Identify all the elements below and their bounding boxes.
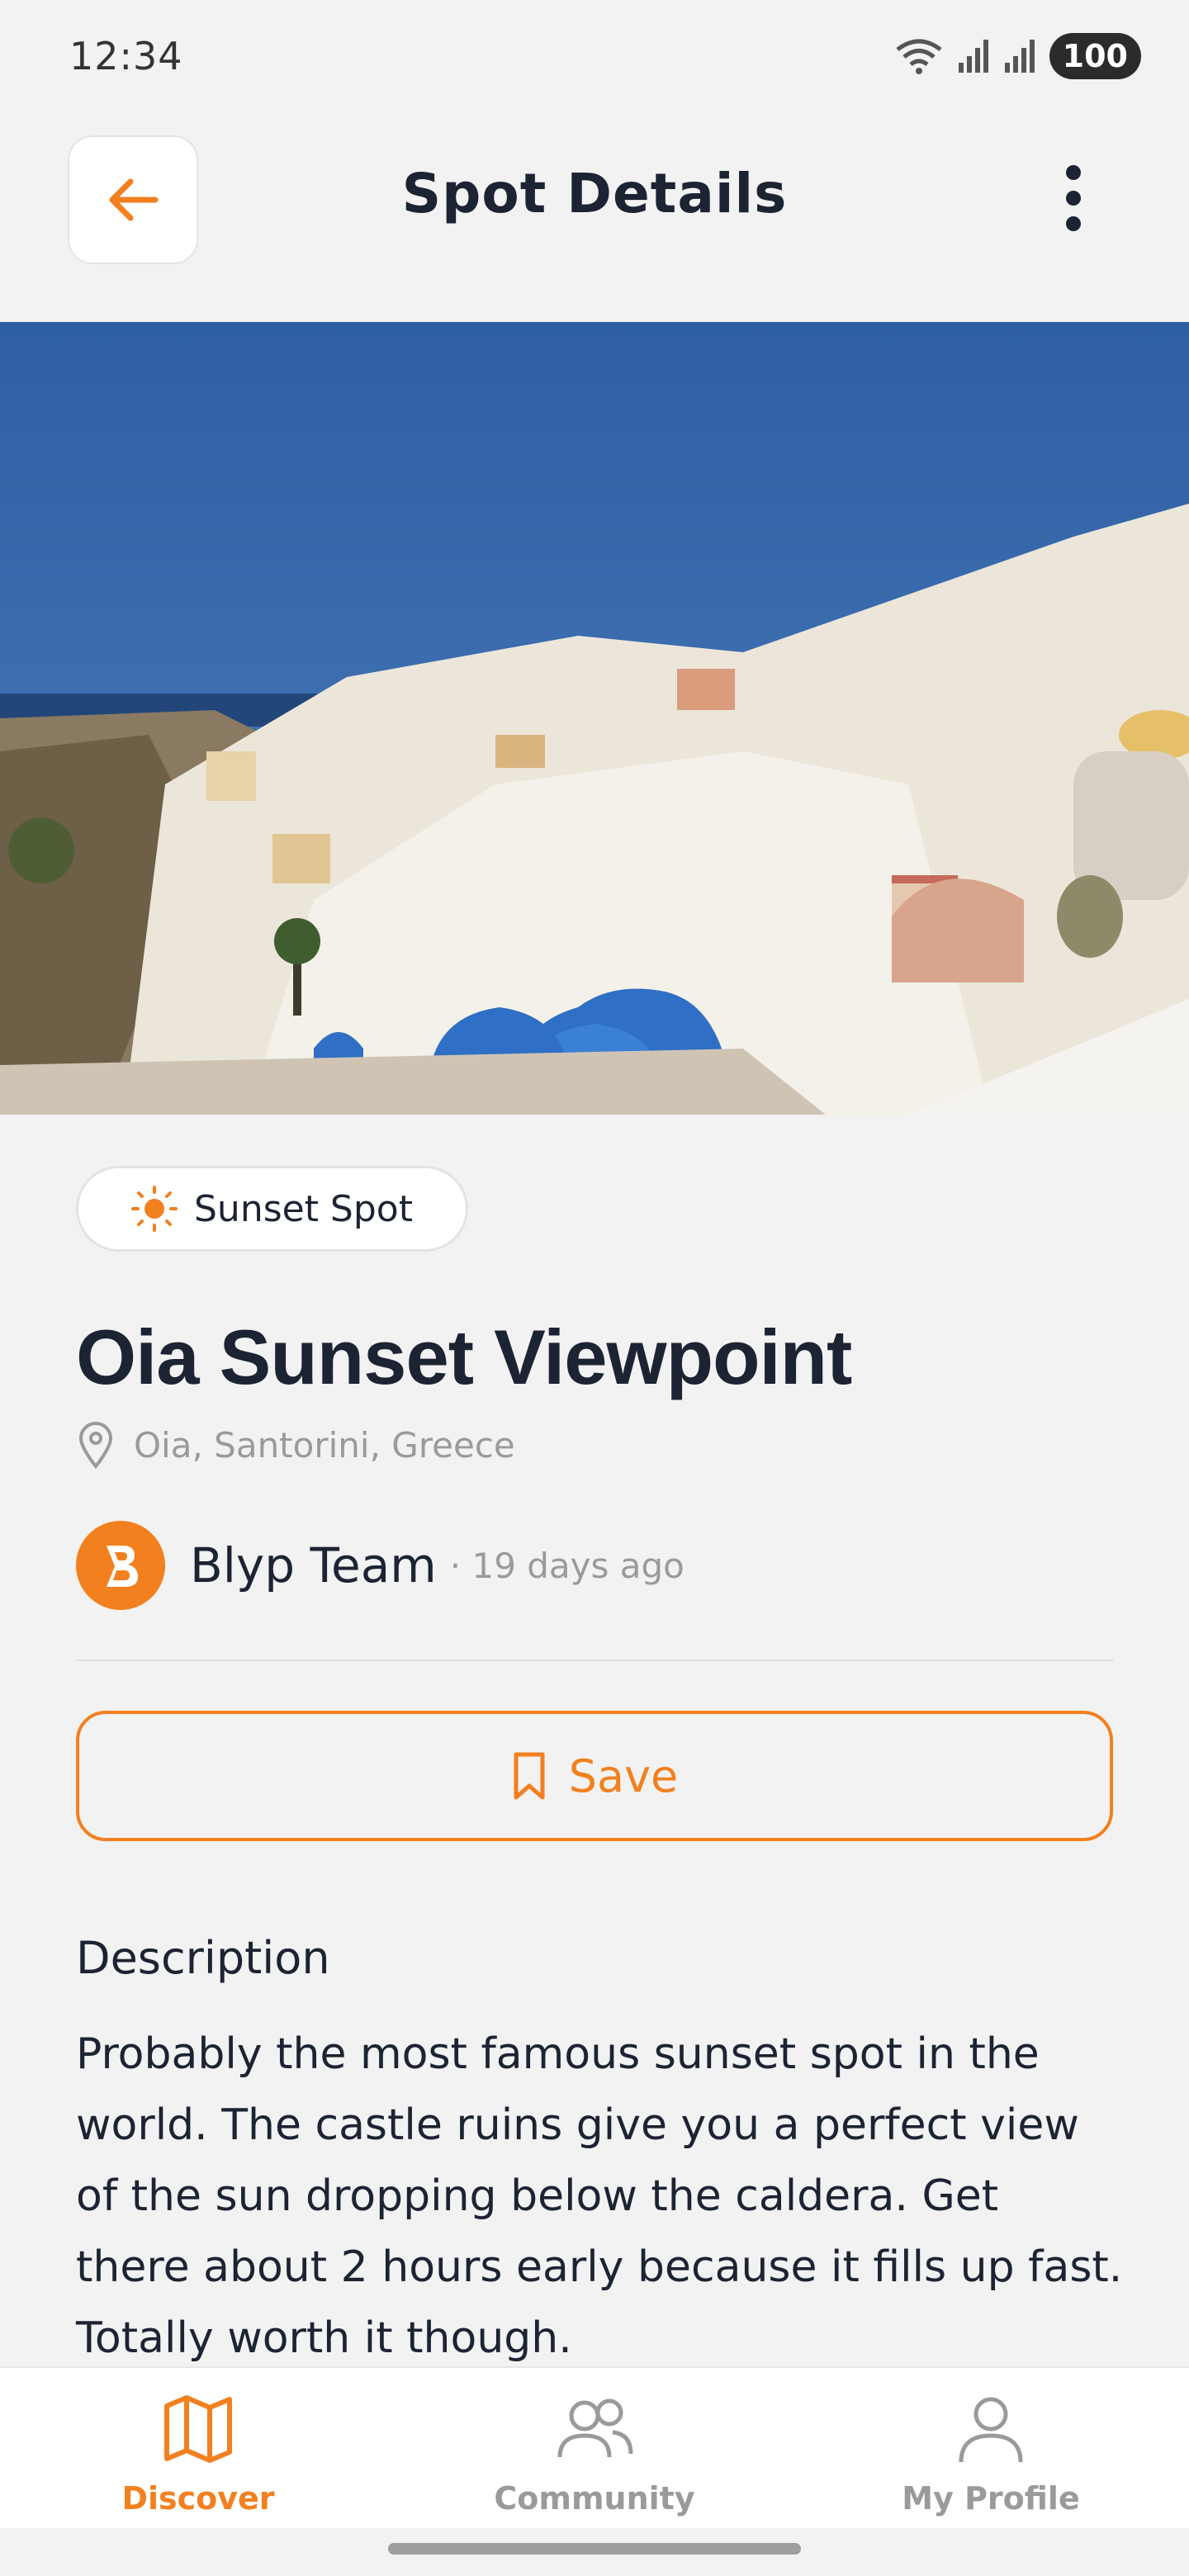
signal-icon	[958, 40, 988, 73]
description-heading: Description	[76, 1932, 330, 1984]
sun-icon	[131, 1186, 178, 1232]
location-row: Oia, Santorini, Greece	[76, 1420, 1113, 1470]
more-options-button[interactable]	[1049, 157, 1098, 239]
spot-content: Sunset Spot Oia Sunset Viewpoint Oia, Sa…	[76, 1166, 1122, 2374]
users-icon	[557, 2398, 633, 2458]
more-vertical-icon	[1066, 165, 1081, 231]
save-label: Save	[568, 1750, 679, 1802]
nav-label-community: Community	[494, 2480, 695, 2517]
signal-icon	[1004, 40, 1035, 73]
map-pin-icon	[78, 1422, 113, 1470]
category-label: Sunset Spot	[194, 1187, 413, 1230]
post-time: · 19 days ago	[449, 1545, 685, 1586]
divider	[76, 1660, 1113, 1661]
nav-label-my-profile: My Profile	[902, 2480, 1080, 2517]
author-name[interactable]: Blyp Team	[190, 1537, 437, 1593]
description-text: Probably the most famous sunset spot in …	[76, 2029, 1123, 2363]
page-title: Spot Details	[401, 162, 788, 225]
nav-item-my-profile[interactable]: My Profile	[817, 2368, 1164, 2517]
save-button[interactable]: Save	[76, 1711, 1113, 1841]
wifi-icon	[896, 39, 942, 74]
bookmark-icon	[514, 1752, 545, 1800]
avatar[interactable]	[76, 1521, 165, 1610]
map-icon	[164, 2395, 232, 2463]
nav-label-discover: Discover	[121, 2480, 275, 2517]
status-time: 12:34	[69, 34, 183, 78]
status-icons: 100	[894, 33, 1141, 79]
bottom-nav: Discover Community My Profile	[0, 2366, 1189, 2528]
blyp-logo-icon	[107, 1546, 138, 1587]
spot-hero-image	[0, 322, 1189, 1115]
user-icon	[959, 2397, 1023, 2463]
location-text: Oia, Santorini, Greece	[134, 1424, 515, 1466]
gesture-bar[interactable]	[388, 2543, 801, 2555]
spot-title: Oia Sunset Viewpoint	[76, 1314, 852, 1400]
category-badge: Sunset Spot	[76, 1166, 468, 1252]
author-row[interactable]: Blyp Team · 19 days ago	[76, 1521, 1113, 1610]
battery-icon: 100	[1049, 33, 1141, 79]
header: Spot Details	[0, 124, 1189, 272]
status-bar: 12:34 100	[0, 0, 1189, 112]
nav-item-discover[interactable]: Discover	[25, 2368, 372, 2517]
nav-item-community[interactable]: Community	[421, 2368, 768, 2517]
